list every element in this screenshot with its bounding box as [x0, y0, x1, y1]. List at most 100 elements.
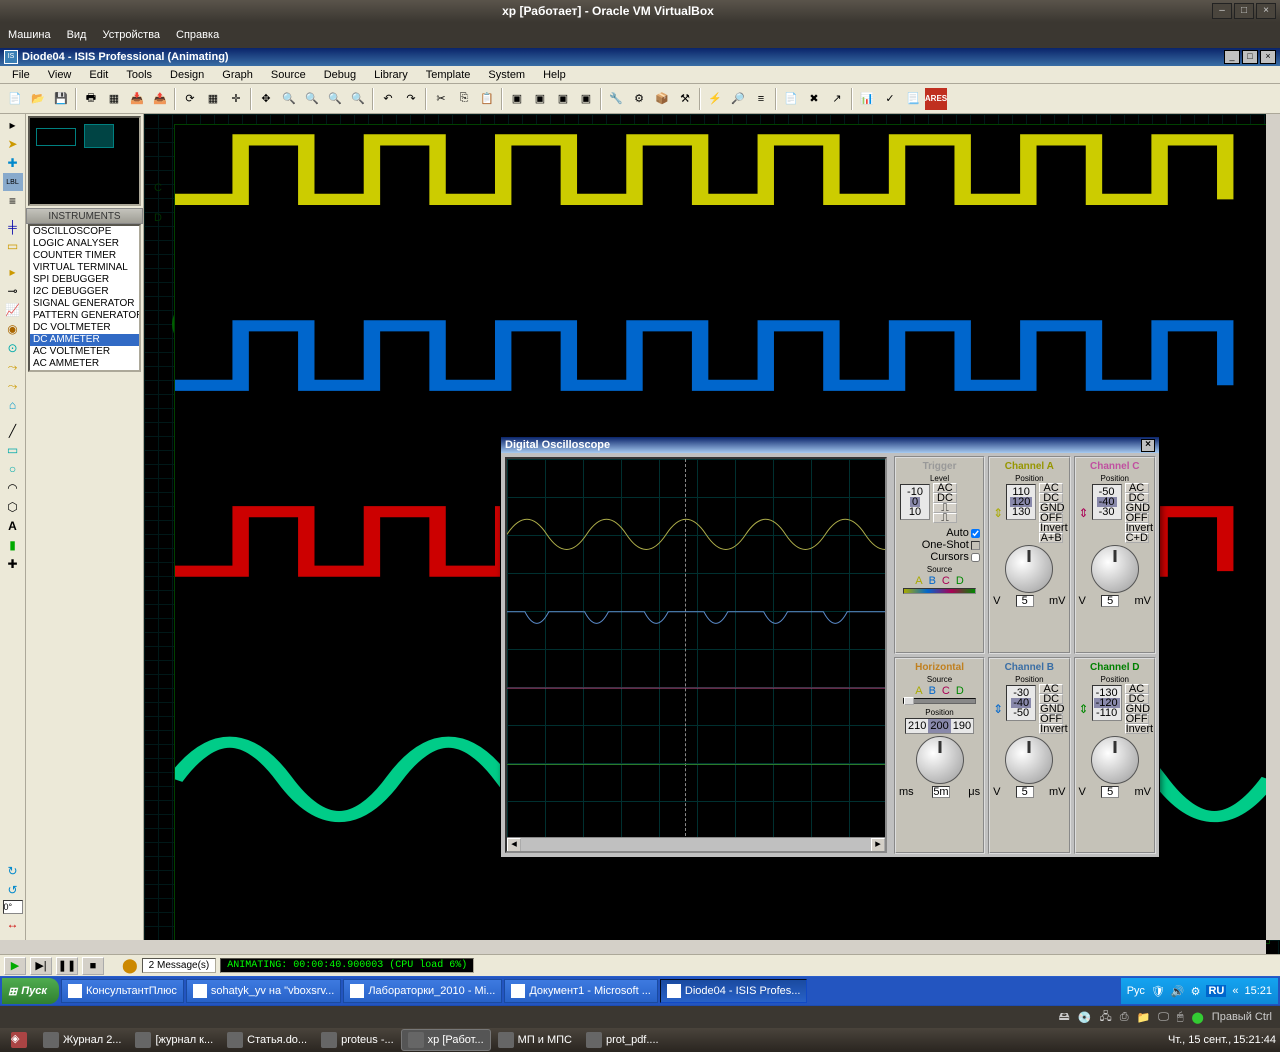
ares-icon[interactable]: ARES	[925, 88, 947, 110]
export-icon[interactable]: 📤	[149, 88, 171, 110]
ubuntu-time[interactable]: 15:21:44	[1233, 1034, 1276, 1046]
pause-button[interactable]: ❚❚	[56, 957, 78, 975]
make-icon[interactable]: ⚙	[628, 88, 650, 110]
package-icon[interactable]: 📦	[651, 88, 673, 110]
ubuntu-task-item[interactable]: Журнал 2...	[36, 1029, 128, 1051]
label-icon[interactable]: LBL	[3, 173, 23, 191]
canvas-scrollbar-h[interactable]	[0, 940, 1266, 954]
taskbar-item[interactable]: Документ1 - Microsoft ...	[504, 979, 658, 1003]
horizontal-position-dial[interactable]: 210200190	[905, 718, 974, 734]
bom-icon[interactable]: 📊	[856, 88, 878, 110]
line-2d-icon[interactable]: ╱	[3, 422, 23, 440]
undo-icon[interactable]: ↶	[377, 88, 399, 110]
ubuntu-task-item[interactable]: proteus -...	[314, 1029, 401, 1051]
vm-usb-icon[interactable]: ⎙	[1120, 1011, 1129, 1024]
messages-status[interactable]: 2 Message(s)	[142, 958, 217, 973]
instrument-item[interactable]: LOGIC ANALYSER	[30, 238, 139, 250]
path-2d-icon[interactable]: ⬡	[3, 498, 23, 516]
taskbar-item[interactable]: Лабораторки_2010 - Mi...	[343, 979, 502, 1003]
refresh-icon[interactable]: ⟳	[179, 88, 201, 110]
zoom-area-icon[interactable]: 🔍	[347, 88, 369, 110]
menu-view2[interactable]: View	[40, 68, 80, 82]
menu-design[interactable]: Design	[162, 68, 212, 82]
instrument-item[interactable]: DC VOLTMETER	[30, 322, 139, 334]
instrument-item[interactable]: SIGNAL GENERATOR	[30, 298, 139, 310]
marker-icon[interactable]: ✚	[3, 555, 23, 573]
junction-icon[interactable]: ✚	[3, 154, 23, 172]
new-sheet-icon[interactable]: 📄	[780, 88, 802, 110]
menu-help2[interactable]: Help	[535, 68, 574, 82]
cursors-checkbox[interactable]	[971, 553, 980, 562]
taskbar-item[interactable]: sohatyk_yv на "vboxsrv...	[186, 979, 342, 1003]
origin-icon[interactable]: ✛	[225, 88, 247, 110]
menu-devices[interactable]: Устройства	[102, 29, 160, 41]
ubuntu-task-item[interactable]: [журнал к...	[128, 1029, 220, 1051]
redo-icon[interactable]: ↷	[400, 88, 422, 110]
stop-button[interactable]: ■	[82, 957, 104, 975]
menu-tools[interactable]: Tools	[118, 68, 160, 82]
menu-template[interactable]: Template	[418, 68, 479, 82]
circle-2d-icon[interactable]: ○	[3, 460, 23, 478]
vm-cd-icon[interactable]: 💿	[1078, 1011, 1092, 1024]
isis-maximize-button[interactable]: □	[1242, 50, 1258, 64]
trigger-edge2-button[interactable]: ⎍	[933, 513, 957, 523]
menu-file[interactable]: File	[4, 68, 38, 82]
text-script-icon[interactable]: ≡	[3, 192, 23, 210]
scroll-left-button[interactable]: ◂	[507, 838, 521, 852]
new-file-icon[interactable]: 📄	[4, 88, 26, 110]
scroll-right-button[interactable]: ▸	[871, 838, 885, 852]
play-button[interactable]: ▶	[4, 957, 26, 975]
tray-icon[interactable]: ⚙	[1191, 985, 1201, 998]
menu-debug[interactable]: Debug	[316, 68, 364, 82]
tray-icon[interactable]: 🛡	[1151, 985, 1165, 998]
selection-icon[interactable]: ▸	[3, 116, 23, 134]
chd-scale-knob[interactable]	[1091, 736, 1139, 784]
instrument-item[interactable]: AC AMMETER	[30, 358, 139, 370]
instrument-item[interactable]: DC AMMETER	[30, 334, 139, 346]
close-button[interactable]: ×	[1256, 3, 1276, 19]
ru-indicator[interactable]: RU	[1206, 985, 1226, 997]
taskbar-item[interactable]: Diode04 - ISIS Profes...	[660, 979, 808, 1003]
zoom-in-icon[interactable]: 🔍	[278, 88, 300, 110]
menu-library[interactable]: Library	[366, 68, 416, 82]
warning-icon[interactable]: ⬤	[122, 957, 138, 974]
erc-icon[interactable]: ✓	[879, 88, 901, 110]
text-2d-icon[interactable]: A	[3, 517, 23, 535]
system-tray[interactable]: Рус 🛡 🔊 ⚙ RU « 15:21	[1121, 978, 1278, 1004]
search-icon[interactable]: 🔎	[727, 88, 749, 110]
ubuntu-task-item[interactable]: МП и МПС	[491, 1029, 579, 1051]
instrument-item[interactable]: AC VOLTMETER	[30, 346, 139, 358]
overview-thumbnail[interactable]	[28, 116, 141, 206]
instrument-item[interactable]: COUNTER TIMER	[30, 250, 139, 262]
cut-icon[interactable]: ✂	[430, 88, 452, 110]
flip-h-icon[interactable]: ↔	[3, 915, 23, 933]
chb-position-dial[interactable]: -30-40-50	[1006, 685, 1036, 721]
block-rotate-icon[interactable]: ▣	[552, 88, 574, 110]
area-icon[interactable]: ▦	[103, 88, 125, 110]
generator-icon[interactable]: ⊙	[3, 339, 23, 357]
decompose-icon[interactable]: ⚒	[674, 88, 696, 110]
vm-display-icon[interactable]: 🖵	[1158, 1011, 1169, 1024]
menu-graph[interactable]: Graph	[214, 68, 261, 82]
probe-v-icon[interactable]: ⤳	[3, 358, 23, 376]
menu-view[interactable]: Вид	[67, 29, 87, 41]
arc-2d-icon[interactable]: ◠	[3, 479, 23, 497]
instruments-list[interactable]: OSCILLOSCOPELOGIC ANALYSERCOUNTER TIMERV…	[28, 224, 141, 372]
oscilloscope-titlebar[interactable]: Digital Oscilloscope ×	[501, 437, 1159, 453]
oscilloscope-screen[interactable]: ◂ ▸	[505, 457, 887, 853]
trigger-source-slider[interactable]	[903, 588, 976, 594]
ubuntu-task-item[interactable]: Статья.do...	[220, 1029, 314, 1051]
probe-i-icon[interactable]: ⤳	[3, 377, 23, 395]
block-delete-icon[interactable]: ▣	[575, 88, 597, 110]
show-desktop-button[interactable]: ◈	[4, 1029, 34, 1051]
maximize-button[interactable]: □	[1234, 3, 1254, 19]
lang-indicator[interactable]: Рус	[1127, 985, 1145, 997]
block-move-icon[interactable]: ▣	[529, 88, 551, 110]
auto-checkbox[interactable]	[971, 529, 980, 538]
save-file-icon[interactable]: 💾	[50, 88, 72, 110]
instrument-item[interactable]: PATTERN GENERATOR	[30, 310, 139, 322]
pick-icon[interactable]: 🔧	[605, 88, 627, 110]
graph-mode-icon[interactable]: 📈	[3, 301, 23, 319]
clock[interactable]: 15:21	[1244, 985, 1272, 997]
cha-scale-knob[interactable]	[1005, 545, 1053, 593]
